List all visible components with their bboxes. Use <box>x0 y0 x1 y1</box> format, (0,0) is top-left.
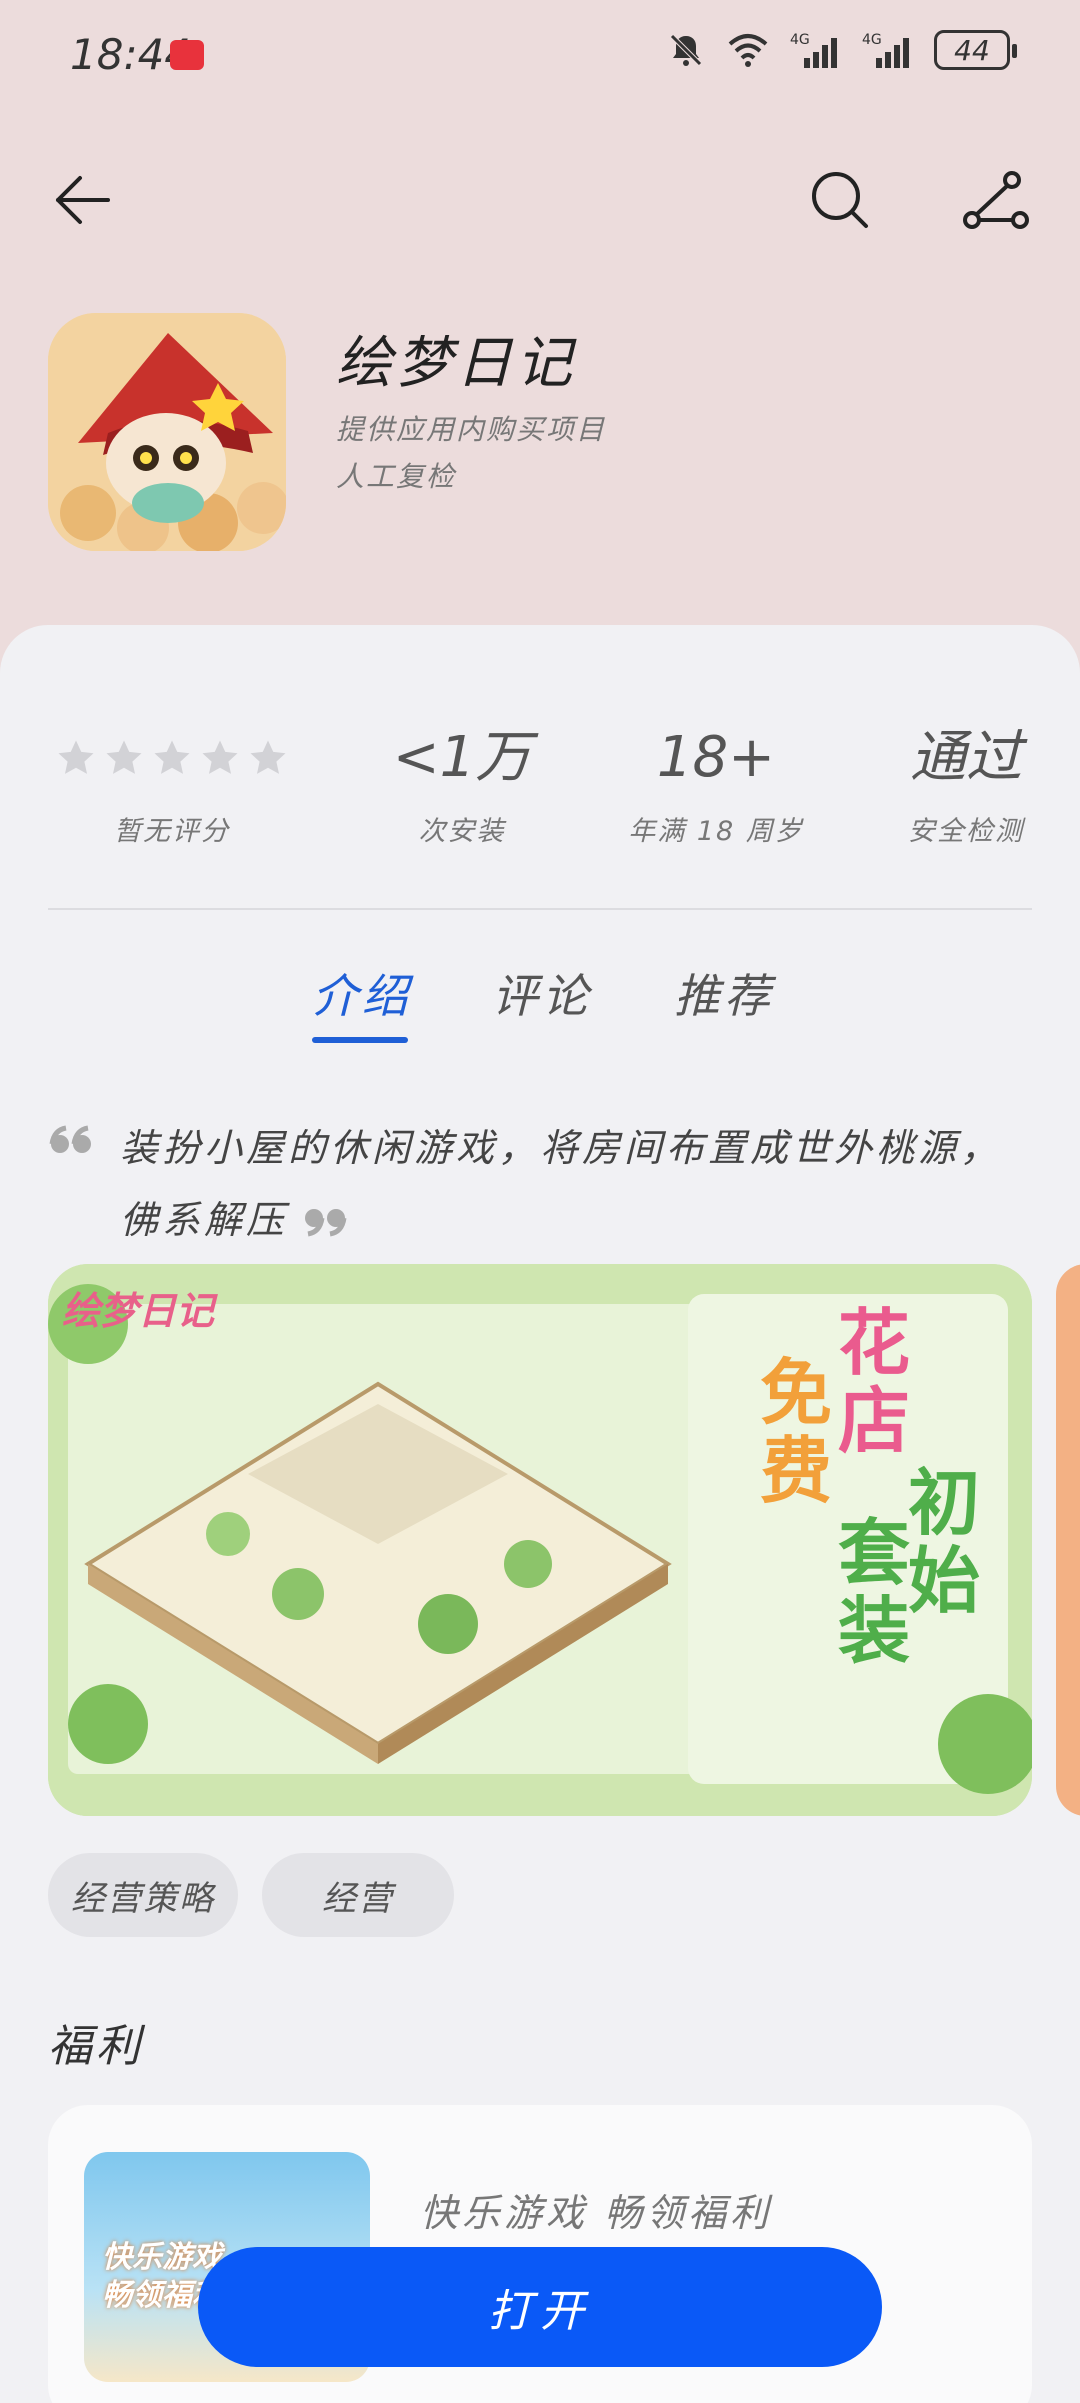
promo-text-2: 初始 <box>908 1461 981 1623</box>
app-subtitle-purchase: 提供应用内购买项目 <box>336 413 607 446</box>
share-button[interactable] <box>956 160 1036 240</box>
quote-open-icon <box>49 1125 91 1153</box>
promo-text-4: 套装 <box>838 1511 911 1673</box>
age-value: 18+ <box>656 725 776 790</box>
app-subtitle-review: 人工复检 <box>336 460 457 493</box>
app-icon <box>48 313 286 551</box>
star-icon <box>154 740 190 774</box>
battery-level: 44 <box>954 33 990 67</box>
rating-stars <box>52 725 292 791</box>
star-icon <box>250 740 286 774</box>
promo-text-1: 花店 <box>838 1301 911 1463</box>
tab-recommend[interactable]: 推荐 <box>674 960 774 1026</box>
mute-bell-icon <box>670 34 702 66</box>
app-name: 绘梦日记 <box>336 331 576 396</box>
search-button[interactable] <box>800 160 880 240</box>
signal-4g-icon-2: 4G <box>862 32 909 68</box>
tab-reviews[interactable]: 评论 <box>492 960 592 1026</box>
next-screenshot-peek[interactable] <box>1056 1264 1080 1816</box>
description-text: 装扮小屋的休闲游戏，将房间布置成世外桃源，佛系解压 <box>120 1126 1003 1242</box>
tab-bar: 介绍 评论 推荐 <box>0 960 1080 1040</box>
share-icon <box>963 171 1029 229</box>
stat-installs: <1万 次安装 <box>342 725 582 848</box>
stat-security[interactable]: 通过 安全检测 <box>846 725 1080 848</box>
stat-rating[interactable]: 暂无评分 <box>52 725 292 848</box>
security-value: 通过 <box>910 725 1022 790</box>
security-label: 安全检测 <box>908 816 1024 847</box>
star-icon <box>106 740 142 774</box>
status-icons: 4G 4G 44 <box>666 30 1017 70</box>
quote-close-icon <box>305 1208 347 1236</box>
promo-text-3: 免费 <box>760 1351 833 1513</box>
tag-business-strategy[interactable]: 经营策略 <box>48 1853 238 1937</box>
age-label: 年满 18 周岁 <box>628 816 804 847</box>
back-arrow-icon <box>56 176 110 224</box>
notification-app-icon <box>170 40 204 70</box>
svg-text:4G: 4G <box>862 32 882 48</box>
star-icon <box>202 740 238 774</box>
app-icon-art <box>48 313 286 551</box>
battery-icon: 44 <box>934 30 1017 70</box>
welfare-title: 快乐游戏 畅领福利 <box>420 2191 773 2235</box>
open-button[interactable]: 打开 <box>198 2247 882 2367</box>
wifi-icon <box>728 34 768 67</box>
status-bar: 18:44 4G 4G 44 <box>0 0 1080 110</box>
stats-row: 暂无评分 <1万 次安装 18+ 年满 18 周岁 通过 安全检测 <box>0 725 1080 848</box>
app-screenshot[interactable]: 绘梦日记 花店 初始 免费 套装 <box>48 1264 1032 1816</box>
signal-4g-icon: 4G <box>790 32 837 68</box>
tab-underline <box>312 1037 408 1043</box>
divider <box>48 908 1032 910</box>
tag-business[interactable]: 经营 <box>262 1853 454 1937</box>
search-icon <box>812 172 868 228</box>
top-nav <box>0 140 1080 250</box>
stat-age[interactable]: 18+ 年满 18 周岁 <box>596 725 836 848</box>
welfare-section-title: 福利 <box>48 2021 144 2072</box>
rating-label: 暂无评分 <box>114 816 230 847</box>
svg-text:4G: 4G <box>790 32 810 48</box>
star-icon <box>58 740 94 774</box>
app-description: 装扮小屋的休闲游戏，将房间布置成世外桃源，佛系解压 <box>120 1112 1020 1256</box>
screenshot-logo: 绘梦日记 <box>62 1289 215 1333</box>
tab-intro[interactable]: 介绍 <box>312 960 412 1026</box>
installs-label: 次安装 <box>418 816 506 847</box>
installs-value: <1万 <box>392 725 532 790</box>
back-button[interactable] <box>42 160 122 240</box>
